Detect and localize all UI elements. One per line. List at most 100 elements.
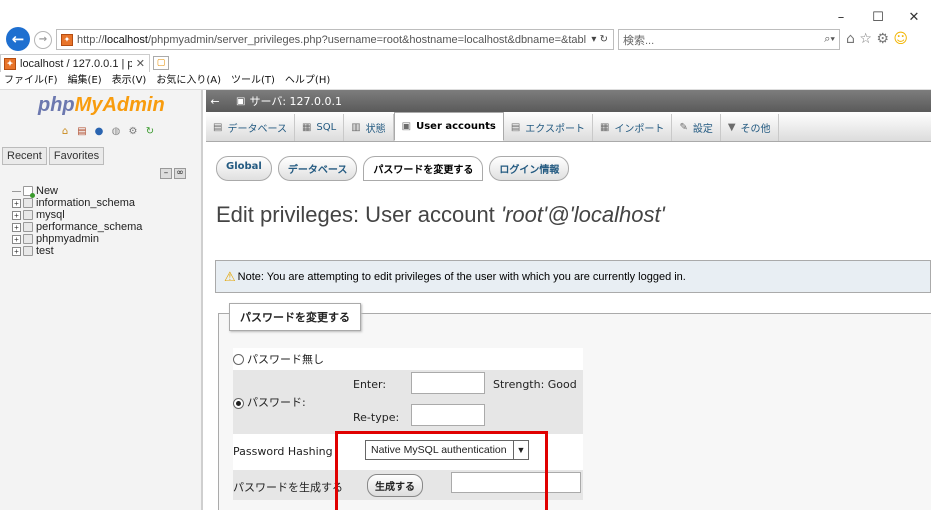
notice-text: Note: You are attempting to edit privile… [237,270,686,283]
chevron-down-icon[interactable]: ▼ [513,441,528,459]
back-button[interactable]: ← [6,27,30,51]
generate-password-label: パスワードを生成する [233,481,343,494]
recent-favorites-tabs: Recent Favorites [2,147,106,165]
password-retype-input[interactable] [411,404,485,426]
collapse-all-icon[interactable]: – [160,168,172,179]
url-text[interactable]: http://localhost/phpmyadmin/server_privi… [77,34,586,46]
users-icon: ▣ [401,121,412,132]
password-hashing-label: Password Hashing [233,445,333,458]
phpmyadmin-logo[interactable]: phpMyAdmin [38,94,165,117]
tab-settings[interactable]: ✎ 設定 [672,114,721,141]
retype-label: Re-type: [353,411,400,424]
tab-sql[interactable]: ▦ SQL [295,114,345,141]
tree-item-performance-schema[interactable]: + performance_schema [12,221,202,233]
info-icon[interactable]: ● [92,125,106,139]
address-row: ← → ✦ http://localhost/phpmyadmin/server… [0,24,931,54]
expand-icon[interactable]: + [12,234,21,244]
tree-item-label[interactable]: mysql [36,209,65,221]
back-arrow-icon[interactable]: ← [208,95,222,108]
expand-icon[interactable]: + [12,222,21,232]
forward-button[interactable]: → [34,31,52,49]
reload-icon[interactable]: ↻ [143,125,157,139]
address-bar[interactable]: ✦ http://localhost/phpmyadmin/server_pri… [56,29,614,50]
tab-status[interactable]: ▥ 状態 [344,114,394,141]
subtab-change-password[interactable]: パスワードを変更する [363,156,484,181]
tab-recent[interactable]: Recent [2,147,47,165]
docs-icon[interactable]: ◍ [109,125,123,139]
home-icon[interactable]: ⌂ [58,125,72,139]
gear-icon[interactable]: ⚙ [876,31,889,47]
tree-item-label[interactable]: performance_schema [36,221,142,233]
generated-password-field[interactable] [451,472,581,493]
password-radio-group[interactable]: パスワード: [233,394,306,410]
menu-edit[interactable]: 編集(E) [68,73,102,89]
new-tab-icon[interactable]: ▢ [153,56,169,70]
database-icon[interactable]: ▤ [75,125,89,139]
smiley-icon[interactable]: ☺ [893,31,908,47]
tree-item-mysql[interactable]: + mysql [12,209,202,221]
home-icon[interactable]: ⌂ [846,31,855,47]
subtab-login-information[interactable]: ログイン情報 [489,156,570,181]
close-tab-icon[interactable]: ✕ [132,57,149,70]
notice-message: ⚠ Note: You are attempting to edit privi… [215,260,931,293]
no-password-radio[interactable] [233,353,244,365]
tab-databases[interactable]: ▤ データベース [206,114,295,141]
expand-icon[interactable]: + [12,246,21,256]
database-tree: New + information_schema + mysql + perfo… [12,185,202,257]
no-password-row: パスワード無し [233,348,583,370]
search-icon[interactable]: ⌕▾ [824,33,839,46]
subtab-global[interactable]: Global [216,156,272,181]
database-icon [23,234,33,244]
browser-tab[interactable]: ✦ localhost / 127.0.0.1 | phpM... ✕ [0,54,150,72]
tab-user-accounts[interactable]: ▣ User accounts [393,112,504,141]
star-icon[interactable]: ☆ [859,31,872,47]
password-input[interactable] [411,372,485,394]
menu-help[interactable]: ヘルプ(H) [285,73,330,89]
password-hashing-row: Password Hashing Native MySQL authentica… [233,434,583,470]
tab-import[interactable]: ▦ インポート [593,114,673,141]
collapse-controls: – ∞ [160,168,188,179]
tree-item-new[interactable]: New [12,185,202,198]
pma-favicon-icon: ✦ [61,33,73,46]
tree-item-phpmyadmin[interactable]: + phpmyadmin [12,233,202,245]
tab-more[interactable]: ▼ その他 [721,114,779,141]
database-icon [23,210,33,220]
password-label[interactable]: パスワード: [247,396,306,409]
menu-file[interactable]: ファイル(F) [4,73,58,89]
wrench-icon: ✎ [679,122,688,133]
password-radio[interactable] [233,397,244,409]
strength-label: Strength: Good [493,378,577,391]
database-icon [23,222,33,232]
tree-item-information-schema[interactable]: + information_schema [12,197,202,209]
tree-item-label[interactable]: test [36,245,54,257]
no-password-label[interactable]: パスワード無し [247,351,324,367]
expand-icon[interactable]: + [12,198,21,208]
tree-item-label[interactable]: New [36,185,58,197]
tree-connector [12,190,21,192]
subtab-database[interactable]: データベース [277,156,358,181]
menu-view[interactable]: 表示(V) [112,73,147,89]
menu-favorites[interactable]: お気に入り(A) [156,73,221,89]
tab-favorites[interactable]: Favorites [48,147,105,165]
settings-icon[interactable]: ⚙ [126,125,140,139]
generate-button[interactable]: 生成する [367,474,423,497]
tab-title: localhost / 127.0.0.1 | phpM... [20,57,132,70]
server-icon: ▣ [236,95,246,107]
nav-icon-bar: ⌂ ▤ ● ◍ ⚙ ↻ [58,125,160,139]
tree-item-label[interactable]: phpmyadmin [36,233,99,245]
chevron-down-icon: ▼ [727,122,736,133]
password-hashing-select[interactable]: Native MySQL authentication ▼ [365,440,529,460]
server-label[interactable]: サーバ: 127.0.0.1 [249,93,342,109]
menu-tools[interactable]: ツール(T) [231,73,275,89]
browser-chrome: – ☐ ✕ ← → ✦ http://localhost/phpmyadmin/… [0,0,931,90]
refresh-icon[interactable]: ▾ ↻ [586,34,613,45]
tree-item-label[interactable]: information_schema [36,197,135,209]
link-icon[interactable]: ∞ [174,168,186,179]
search-input[interactable]: 検索... ⌕▾ [618,29,840,50]
tab-export[interactable]: ▤ エクスポート [504,114,593,141]
export-icon: ▤ [510,122,521,133]
tab-strip: ✦ localhost / 127.0.0.1 | phpM... ✕ ▢ [0,54,931,72]
tree-item-test[interactable]: + test [12,245,202,257]
navigation-panel: phpMyAdmin ⌂ ▤ ● ◍ ⚙ ↻ Recent Favorites … [0,90,203,510]
expand-icon[interactable]: + [12,210,21,220]
